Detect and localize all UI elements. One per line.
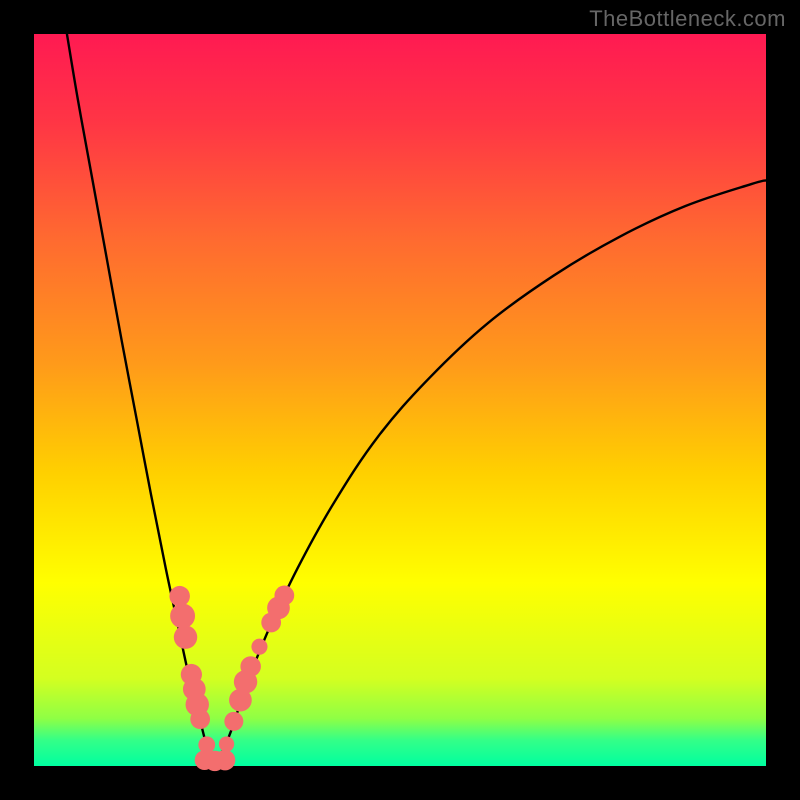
marker-dot — [251, 639, 267, 655]
marker-dot — [224, 712, 243, 731]
marker-dot — [240, 656, 260, 677]
marker-dot — [274, 586, 294, 606]
marker-dot — [169, 586, 190, 607]
gradient-background — [34, 34, 766, 766]
chart-frame: TheBottleneck.com — [0, 0, 800, 800]
marker-dot — [219, 736, 234, 751]
marker-dot — [190, 709, 210, 729]
bottleneck-chart — [0, 0, 800, 800]
marker-dot — [174, 625, 197, 648]
marker-dot — [170, 604, 195, 629]
watermark-text: TheBottleneck.com — [589, 6, 786, 32]
marker-dot — [215, 750, 236, 771]
